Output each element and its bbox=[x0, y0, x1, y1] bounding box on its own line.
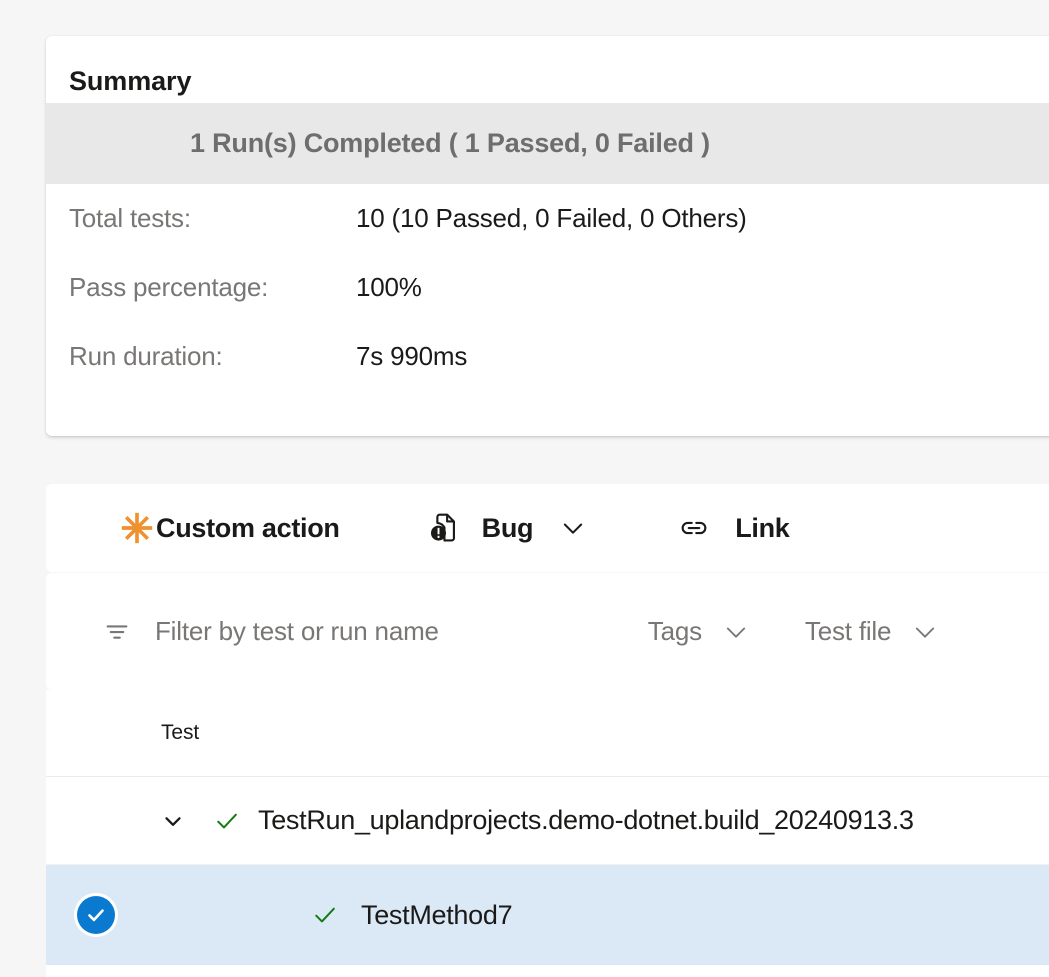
test-file-chevron-down-icon bbox=[911, 618, 939, 646]
stat-label: Pass percentage: bbox=[46, 272, 356, 303]
bug-button[interactable]: Bug bbox=[340, 484, 588, 572]
stat-value: 10 (10 Passed, 0 Failed, 0 Others) bbox=[356, 203, 747, 234]
table-row[interactable]: TestMethod7 bbox=[46, 865, 1049, 965]
tags-chevron-down-icon bbox=[722, 618, 750, 646]
test-file-dropdown[interactable]: Test file bbox=[805, 616, 939, 647]
stat-label: Run duration: bbox=[46, 341, 356, 372]
stat-value: 100% bbox=[356, 272, 422, 303]
bug-label: Bug bbox=[482, 513, 534, 544]
run-summary-banner: 1 Run(s) Completed ( 1 Passed, 0 Failed … bbox=[46, 103, 1049, 184]
run-name: TestRun_uplandprojects.demo-dotnet.build… bbox=[258, 805, 914, 836]
tags-dropdown-label: Tags bbox=[648, 616, 702, 647]
link-icon bbox=[677, 511, 711, 545]
action-toolbar: Custom action Bug bbox=[46, 484, 1049, 572]
document-alert-icon bbox=[428, 511, 462, 545]
custom-action-button[interactable]: Custom action bbox=[46, 484, 340, 572]
filter-icon bbox=[102, 617, 132, 647]
filter-bar: Filter by test or run name Tags Test fil… bbox=[46, 573, 1049, 690]
checked-circle-icon[interactable] bbox=[77, 896, 115, 934]
page-title: Summary bbox=[46, 36, 1049, 103]
row-expander-chevron-down-icon[interactable] bbox=[146, 808, 200, 834]
stat-value: 7s 990ms bbox=[356, 341, 467, 372]
summary-card: Summary 1 Run(s) Completed ( 1 Passed, 0… bbox=[46, 36, 1049, 436]
table-header-row: Test bbox=[46, 690, 1049, 777]
stat-row-total-tests: Total tests: 10 (10 Passed, 0 Failed, 0 … bbox=[46, 203, 1049, 272]
test-name: TestMethod7 bbox=[361, 900, 512, 931]
custom-action-label: Custom action bbox=[156, 513, 340, 544]
link-button[interactable]: Link bbox=[587, 484, 789, 572]
filter-input[interactable]: Filter by test or run name bbox=[155, 616, 439, 647]
row-selection-cell[interactable] bbox=[46, 896, 146, 934]
stat-row-run-duration: Run duration: 7s 990ms bbox=[46, 341, 1049, 410]
results-table: Test TestRun_uplandprojects.demo-dotnet.… bbox=[46, 690, 1049, 977]
test-results-page: Summary 1 Run(s) Completed ( 1 Passed, 0… bbox=[0, 0, 1049, 977]
filter-input-group[interactable]: Filter by test or run name bbox=[46, 616, 439, 647]
summary-stats-list: Total tests: 10 (10 Passed, 0 Failed, 0 … bbox=[46, 184, 1049, 436]
tags-dropdown[interactable]: Tags bbox=[648, 616, 750, 647]
column-header-test: Test bbox=[46, 721, 199, 745]
bug-chevron-down-icon[interactable] bbox=[559, 514, 587, 542]
test-file-dropdown-label: Test file bbox=[805, 616, 891, 647]
sparkle-asterisk-icon bbox=[118, 509, 156, 547]
table-row[interactable]: TestRun_uplandprojects.demo-dotnet.build… bbox=[46, 777, 1049, 865]
stat-row-pass-percentage: Pass percentage: 100% bbox=[46, 272, 1049, 341]
check-pass-icon bbox=[298, 901, 352, 929]
filter-dropdown-group: Tags Test file bbox=[648, 616, 939, 647]
stat-label: Total tests: bbox=[46, 203, 356, 234]
check-pass-icon bbox=[200, 807, 254, 835]
run-summary-banner-text: 1 Run(s) Completed ( 1 Passed, 0 Failed … bbox=[190, 128, 710, 159]
link-label: Link bbox=[735, 513, 789, 544]
